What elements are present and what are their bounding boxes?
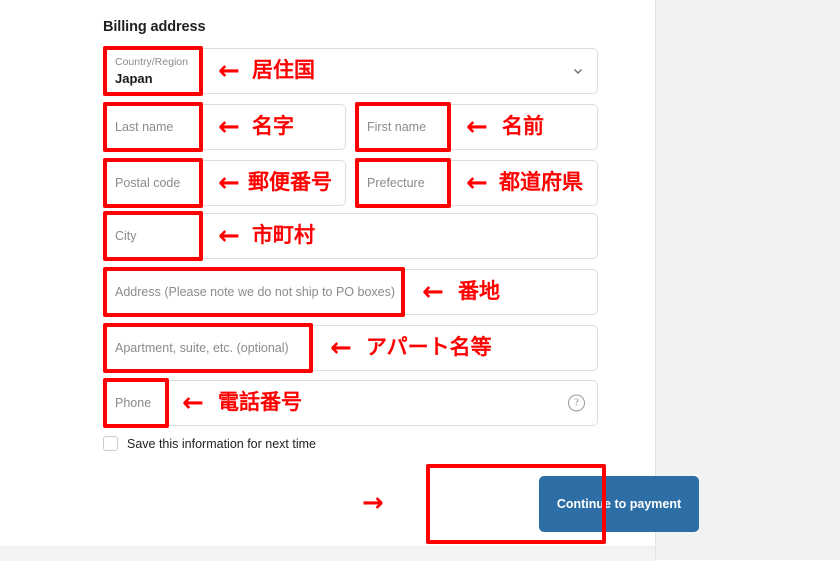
page-title: Billing address xyxy=(103,19,206,35)
postal-code-placeholder: Postal code xyxy=(115,176,181,190)
save-info-label: Save this information for next time xyxy=(127,436,316,451)
prefecture-input[interactable]: Prefecture xyxy=(355,160,598,206)
country-region-label: Country/Region xyxy=(115,56,188,68)
annotation-arrow-continue-button: → xyxy=(362,488,384,518)
country-region-value: Japan xyxy=(115,71,153,86)
first-name-placeholder: First name xyxy=(367,120,427,134)
help-circle-icon[interactable]: ? xyxy=(568,394,585,412)
page-bottom-band xyxy=(0,546,655,561)
phone-input[interactable]: Phone ? xyxy=(103,380,598,426)
chevron-down-icon xyxy=(574,69,582,74)
address-placeholder: Address (Please note we do not ship to P… xyxy=(115,285,396,299)
city-input[interactable]: City xyxy=(103,213,598,259)
prefecture-placeholder: Prefecture xyxy=(367,176,425,190)
city-placeholder: City xyxy=(115,229,137,243)
checkout-page: Billing address Country/Region Japan Las… xyxy=(0,0,840,561)
apartment-input[interactable]: Apartment, suite, etc. (optional) xyxy=(103,325,598,371)
continue-to-payment-button[interactable]: Continue to payment xyxy=(539,476,699,532)
save-info-checkbox[interactable] xyxy=(103,436,118,451)
address-input[interactable]: Address (Please note we do not ship to P… xyxy=(103,269,598,315)
postal-code-input[interactable]: Postal code xyxy=(103,160,346,206)
first-name-input[interactable]: First name xyxy=(355,104,598,150)
country-region-select[interactable]: Country/Region Japan xyxy=(103,48,598,94)
billing-address-form: Billing address Country/Region Japan Las… xyxy=(103,0,699,532)
last-name-input[interactable]: Last name xyxy=(103,104,346,150)
save-info-row[interactable]: Save this information for next time xyxy=(103,436,316,451)
apartment-placeholder: Apartment, suite, etc. (optional) xyxy=(115,341,289,355)
phone-placeholder: Phone xyxy=(115,396,152,410)
last-name-placeholder: Last name xyxy=(115,120,174,134)
